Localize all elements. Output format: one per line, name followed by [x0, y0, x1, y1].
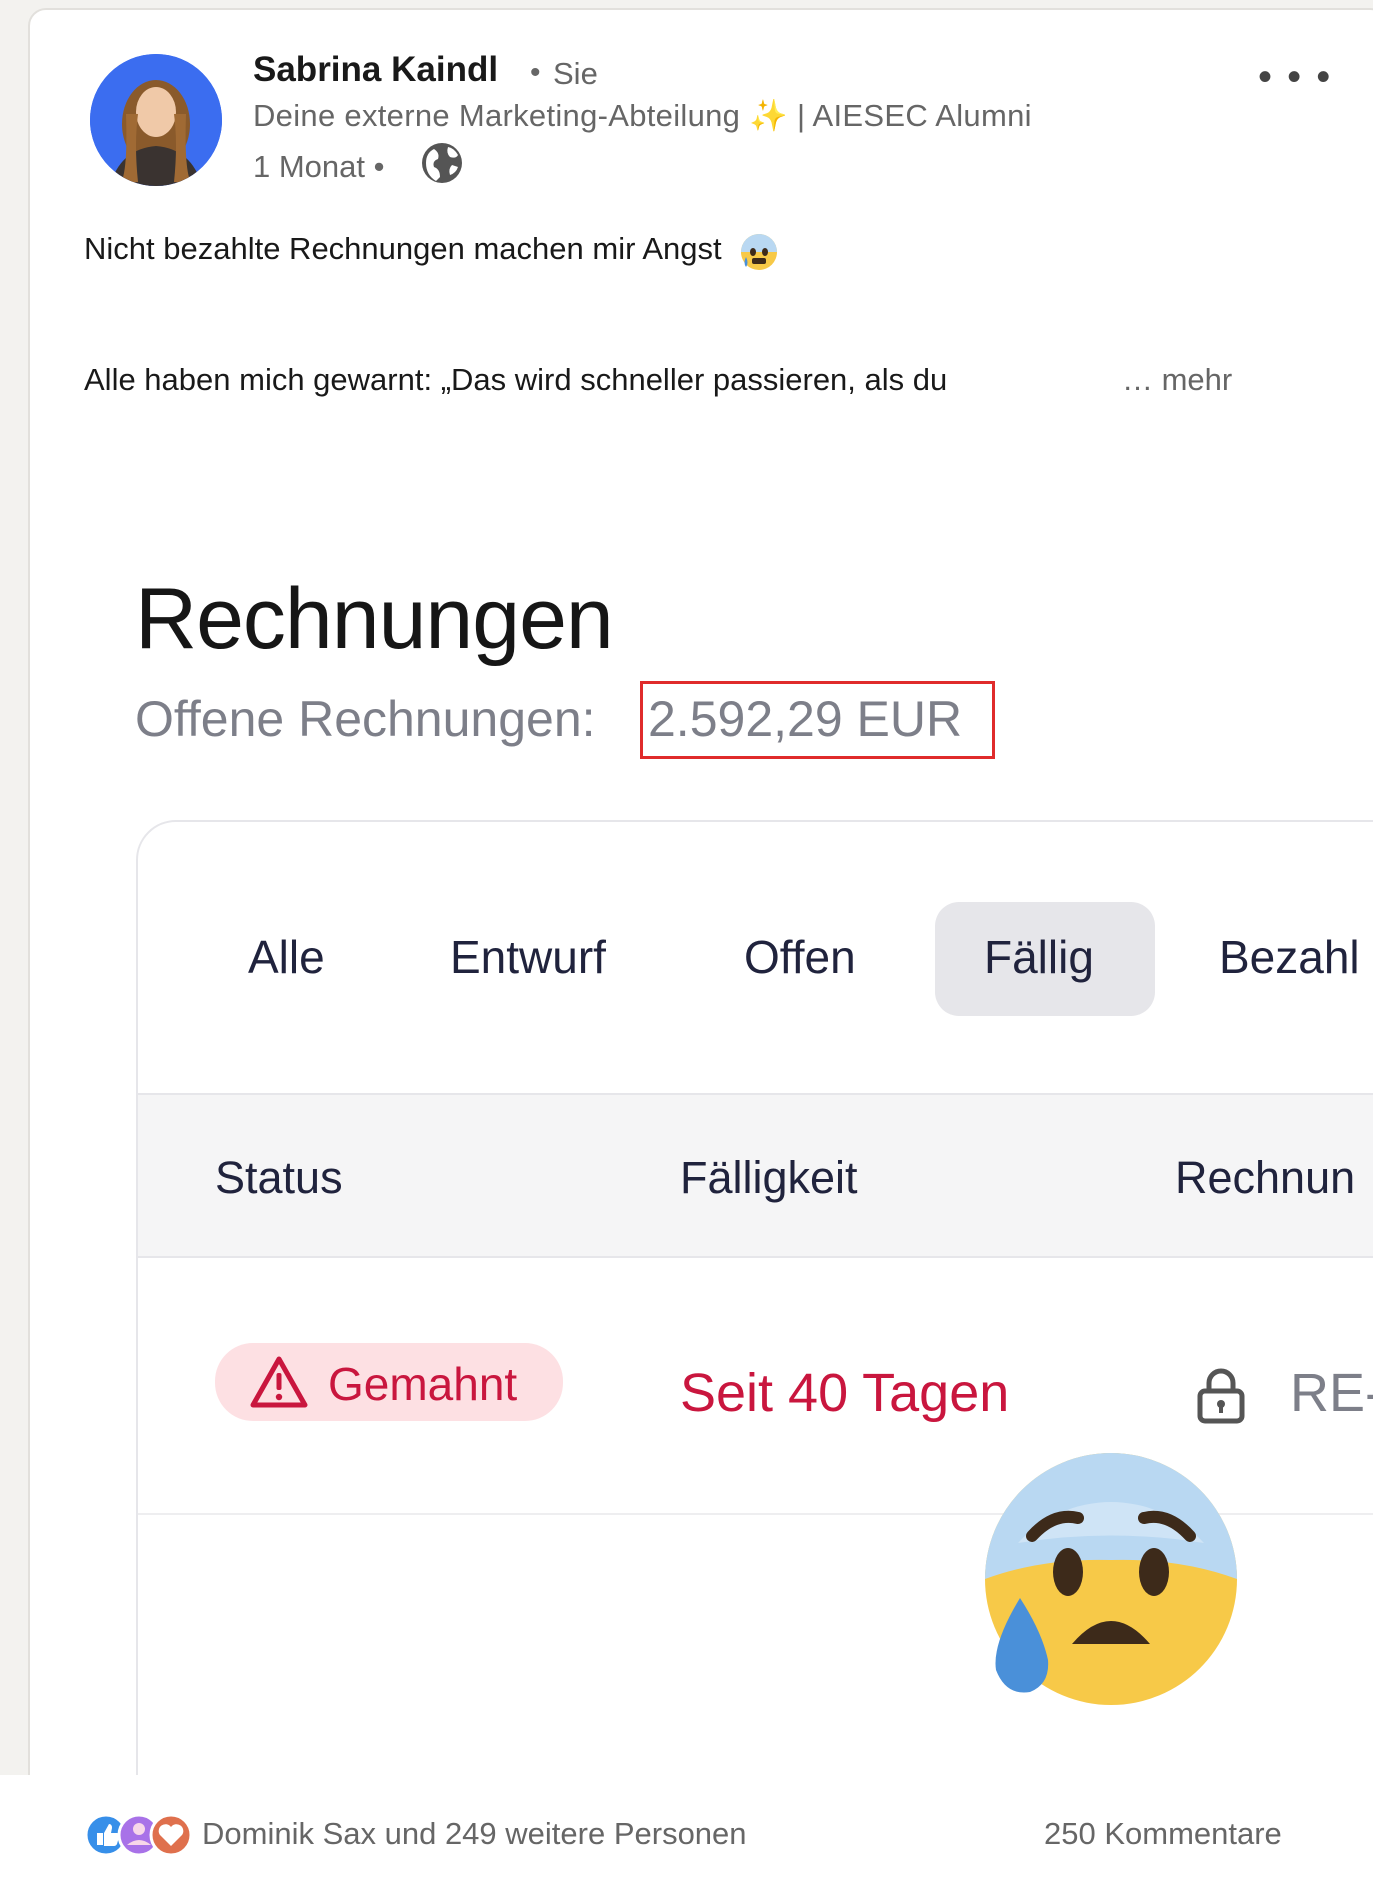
tab-bezahlt[interactable]: Bezahl: [1219, 930, 1360, 984]
post-time: 1 Monat •: [253, 149, 385, 184]
tab-alle[interactable]: Alle: [248, 930, 325, 984]
post-text-line-2: Alle haben mich gewarnt: „Das wird schne…: [84, 362, 948, 397]
open-invoices-label: Offene Rechnungen:: [135, 691, 596, 747]
love-reaction-icon: [149, 1813, 192, 1857]
invoice-number: RE-: [1290, 1363, 1373, 1423]
due-value: Seit 40 Tagen: [680, 1363, 1010, 1423]
column-status[interactable]: Status: [215, 1152, 343, 1204]
reactions-count[interactable]: Dominik Sax und 249 weitere Personen: [202, 1816, 747, 1852]
author-name[interactable]: Sabrina Kaindl: [253, 50, 498, 90]
reaction-icons[interactable]: [84, 1813, 192, 1857]
more-options-button[interactable]: • • •: [1258, 55, 1332, 100]
degree-separator: •: [530, 56, 541, 89]
fearful-emoji-icon: [741, 234, 778, 270]
globe-icon: [422, 143, 462, 183]
connection-degree: Sie: [553, 56, 598, 91]
headline-suffix: | AIESEC Alumni: [796, 98, 1032, 133]
tab-offen[interactable]: Offen: [744, 930, 856, 984]
author-headline: Deine externe Marketing-Abteilung ✨ | AI…: [253, 97, 1032, 134]
headline-text: Deine externe Marketing-Abteilung: [253, 98, 741, 133]
sparkle-icon: ✨: [749, 98, 789, 133]
status-label: Gemahnt: [328, 1358, 518, 1410]
column-invoice[interactable]: Rechnun: [1175, 1152, 1355, 1204]
invoices-title: Rechnungen: [135, 571, 614, 667]
see-more-link[interactable]: … mehr: [1122, 362, 1232, 398]
open-invoices-amount: 2.592,29 EUR: [648, 691, 963, 747]
fearful-emoji-icon: [985, 1453, 1237, 1705]
tab-entwurf[interactable]: Entwurf: [450, 930, 606, 984]
comments-count[interactable]: 250 Kommentare: [1044, 1816, 1282, 1852]
tab-faellig[interactable]: Fällig: [984, 930, 1094, 984]
lock-icon: [1197, 1368, 1245, 1424]
column-due[interactable]: Fälligkeit: [680, 1152, 858, 1204]
post-text-line-1: Nicht bezahlte Rechnungen machen mir Ang…: [84, 230, 780, 272]
author-avatar[interactable]: [90, 54, 222, 186]
post-text: Nicht bezahlte Rechnungen machen mir Ang…: [84, 231, 722, 267]
warning-icon: [250, 1356, 308, 1408]
